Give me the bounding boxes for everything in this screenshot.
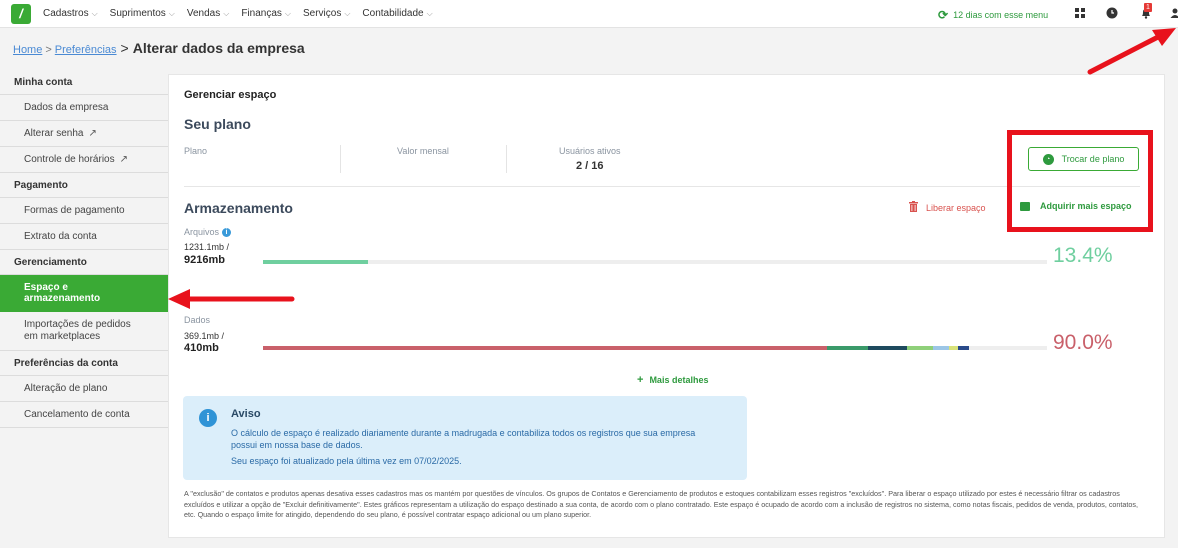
sidebar-section-gerenciamento: Gerenciamento	[0, 250, 168, 275]
main-nav: Cadastros ⌵ Suprimentos ⌵ Vendas ⌵ Finanças…	[43, 8, 445, 19]
app-logo[interactable]: /	[11, 3, 31, 24]
sidebar-item-extrato-conta[interactable]: Extrato da conta	[0, 224, 168, 250]
annotation-highlight-box	[1007, 130, 1153, 232]
sidebar-item-formas-pagamento[interactable]: Formas de pagamento	[0, 198, 168, 224]
sidebar-item-controle-horarios[interactable]: Controle de horários ↗	[0, 147, 168, 173]
active-users-label: Usuários ativos	[559, 146, 621, 156]
arquivos-percent: 13.4%	[1053, 244, 1113, 267]
breadcrumb-separator: >	[45, 44, 52, 56]
arquivos-progress-fill	[263, 260, 369, 264]
dados-progress-segment	[948, 346, 959, 350]
notification-badge: 1	[1144, 3, 1152, 12]
breadcrumb: Home > Preferências > Alterar dados da e…	[13, 40, 305, 56]
breadcrumb-home-link[interactable]: Home	[13, 44, 42, 56]
notice-box: i Aviso O cálculo de espaço é realizado …	[183, 396, 747, 480]
refresh-icon: ⟳	[938, 8, 949, 22]
dados-percent: 90.0%	[1053, 331, 1113, 354]
chevron-down-icon: ⌵	[168, 8, 175, 18]
sidebar-item-dados-empresa[interactable]: Dados da empresa	[0, 95, 168, 121]
storage-section-title: Armazenamento	[184, 200, 293, 216]
page-title: Alterar dados da empresa	[132, 40, 305, 56]
dados-progress-segment	[958, 346, 969, 350]
dados-progress-bar	[263, 346, 1047, 350]
arquivos-used: 1231.1mb /	[184, 242, 230, 252]
plan-section-title: Seu plano	[184, 116, 251, 132]
notice-updated-date: Seu espaço foi atualizado pela última ve…	[231, 456, 462, 466]
column-divider	[340, 145, 341, 173]
dados-label: Dados	[184, 315, 211, 325]
column-divider	[506, 145, 507, 173]
sidebar-section-preferencias: Preferências da conta	[0, 351, 168, 376]
trash-icon	[909, 201, 918, 215]
card-title: Gerenciar espaço	[184, 89, 277, 101]
nav-suprimentos[interactable]: Suprimentos ⌵	[110, 8, 175, 19]
breadcrumb-preferences-link[interactable]: Preferências	[55, 44, 117, 56]
chevron-down-icon: ⌵	[91, 8, 98, 18]
arquivos-total: 9216mb	[184, 254, 225, 266]
apps-grid-icon[interactable]	[1073, 6, 1087, 20]
active-users-value: 2 / 16	[576, 160, 604, 172]
dados-used: 369.1mb /	[184, 331, 225, 341]
sidebar-section-pagamento: Pagamento	[0, 173, 168, 198]
sidebar-item-espaco-armazenamento[interactable]: Espaço e armazenamento	[0, 275, 168, 312]
nav-cadastros[interactable]: Cadastros ⌵	[43, 8, 98, 19]
breadcrumb-separator: >	[120, 40, 129, 56]
top-navbar: / Cadastros ⌵ Suprimentos ⌵ Vendas ⌵ Finanç…	[0, 0, 1178, 28]
dados-progress-segment	[933, 346, 949, 350]
free-space-button[interactable]: Liberar espaço	[909, 201, 986, 215]
sidebar-item-alterar-senha[interactable]: Alterar senha ↗	[0, 121, 168, 147]
user-icon[interactable]	[1168, 6, 1178, 20]
sidebar-section-minha-conta: Minha conta	[0, 70, 168, 95]
chevron-down-icon: ⌵	[344, 8, 351, 18]
chevron-down-icon: ⌵	[223, 8, 230, 18]
dados-progress-segment	[263, 346, 828, 350]
notice-text: O cálculo de espaço é realizado diariame…	[231, 428, 696, 450]
dados-progress-segment	[827, 346, 869, 350]
footnote-text: A "exclusão" de contatos e produtos apen…	[184, 489, 1139, 519]
external-link-icon: ↗	[119, 154, 128, 165]
arquivos-label: Arquivos i	[184, 227, 232, 237]
external-link-icon: ↗	[88, 128, 97, 139]
sidebar-item-importacoes-marketplaces[interactable]: Importações de pedidos em marketplaces	[0, 312, 168, 351]
notice-title: Aviso	[231, 408, 261, 420]
dados-progress-segment	[868, 346, 908, 350]
sidebar: Minha conta Dados da empresa Alterar sen…	[0, 70, 168, 428]
info-icon: i	[199, 409, 217, 427]
dados-total: 410mb	[184, 342, 219, 354]
info-icon[interactable]: i	[222, 227, 232, 237]
chevron-down-icon: ⌵	[284, 8, 291, 18]
arquivos-progress-bar	[263, 260, 1047, 264]
nav-vendas[interactable]: Vendas ⌵	[187, 8, 229, 19]
menu-trial-link[interactable]: ⟳ 12 dias com esse menu	[938, 8, 1048, 22]
sidebar-item-cancelamento-conta[interactable]: Cancelamento de conta	[0, 402, 168, 428]
plus-icon: +	[637, 374, 644, 386]
nav-financas[interactable]: Finanças ⌵	[241, 8, 291, 19]
sidebar-item-alteracao-plano[interactable]: Alteração de plano	[0, 376, 168, 402]
clock-icon[interactable]	[1105, 6, 1119, 20]
dados-progress-segment	[907, 346, 934, 350]
nav-servicos[interactable]: Serviços ⌵	[303, 8, 350, 19]
more-details-button[interactable]: + Mais detalhes	[637, 374, 708, 386]
divider	[184, 186, 1140, 187]
monthly-value-label: Valor mensal	[397, 146, 449, 156]
plan-label: Plano	[184, 146, 208, 156]
nav-contabilidade[interactable]: Contabilidade ⌵	[362, 8, 432, 19]
annotation-arrow-user	[1087, 28, 1176, 75]
chevron-down-icon: ⌵	[426, 8, 433, 18]
